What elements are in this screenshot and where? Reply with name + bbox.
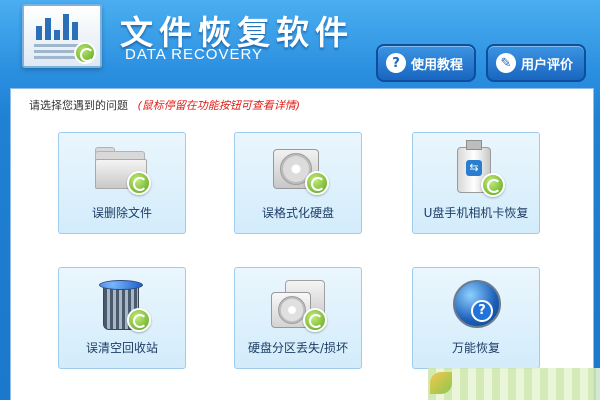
app-logo-icon bbox=[22, 4, 102, 68]
tile-emptied-recycle-bin[interactable]: 误清空回收站 bbox=[58, 267, 186, 369]
chat-bubble-icon: ✎ bbox=[496, 53, 516, 73]
usb-drive-icon: ⇆ bbox=[447, 140, 507, 197]
recover-icon bbox=[481, 173, 505, 197]
user-review-button-label: 用户评价 bbox=[521, 57, 574, 73]
content-panel: 请选择您遇到的问题 (鼠标停留在功能按钮可查看详情) 误删除文件 误格式化硬盘 bbox=[10, 88, 594, 400]
prompt-text: 请选择您遇到的问题 bbox=[29, 99, 128, 112]
recycle-bin-icon bbox=[93, 280, 153, 332]
tile-label: 万能恢复 bbox=[451, 341, 500, 355]
app-subtitle: DATA RECOVERY bbox=[125, 46, 264, 63]
tile-lost-partition[interactable]: 硬盘分区丢失/损坏 bbox=[234, 267, 362, 369]
partition-disks-icon bbox=[269, 280, 329, 332]
tile-formatted-disk[interactable]: 误格式化硬盘 bbox=[234, 132, 362, 234]
tile-label: 误删除文件 bbox=[91, 206, 152, 220]
hard-disk-icon bbox=[269, 145, 329, 197]
tile-label: U盘手机相机卡恢复 bbox=[423, 206, 529, 220]
problem-prompt: 请选择您遇到的问题 (鼠标停留在功能按钮可查看详情) bbox=[29, 97, 300, 113]
folder-icon bbox=[93, 145, 153, 197]
watermark-logo bbox=[428, 368, 600, 400]
tutorial-button-label: 使用教程 bbox=[411, 57, 464, 73]
header: 文件恢复软件 DATA RECOVERY ? 使用教程 ✎ 用户评价 bbox=[0, 0, 600, 90]
recover-icon bbox=[127, 308, 151, 332]
hover-hint: (鼠标停留在功能按钮可查看详情) bbox=[137, 99, 301, 112]
tile-usb-phone-camera-card[interactable]: ⇆ U盘手机相机卡恢复 bbox=[412, 132, 540, 234]
recover-icon bbox=[305, 171, 329, 195]
tile-label: 误清空回收站 bbox=[85, 341, 158, 355]
help-icon: ? bbox=[386, 53, 406, 73]
user-review-button[interactable]: ✎ 用户评价 bbox=[486, 44, 586, 82]
universal-recovery-icon: ? bbox=[447, 280, 507, 332]
tile-deleted-files[interactable]: 误删除文件 bbox=[58, 132, 186, 234]
tutorial-button[interactable]: ? 使用教程 bbox=[376, 44, 476, 82]
recover-icon bbox=[303, 308, 327, 332]
tile-label: 硬盘分区丢失/损坏 bbox=[247, 341, 349, 355]
app-window: 文件恢复软件 DATA RECOVERY ? 使用教程 ✎ 用户评价 请选择您遇… bbox=[0, 0, 600, 400]
tile-label: 误格式化硬盘 bbox=[261, 206, 334, 220]
recover-icon bbox=[127, 171, 151, 195]
tile-universal-recovery[interactable]: ? 万能恢复 bbox=[412, 267, 540, 369]
